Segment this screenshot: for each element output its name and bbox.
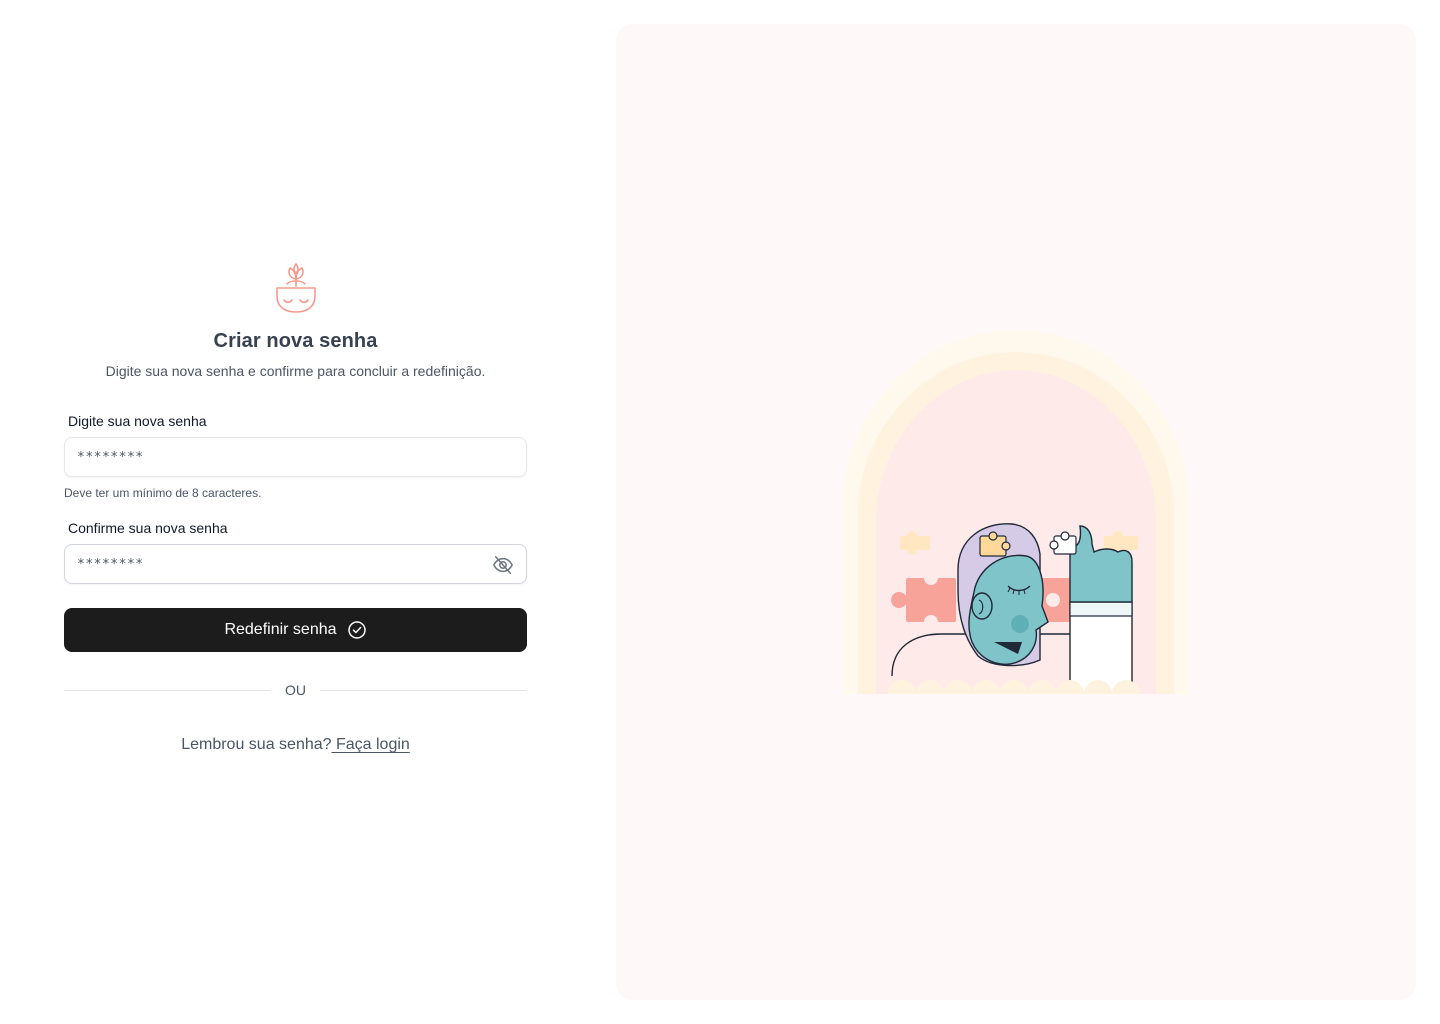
password-hint: Deve ter um mínimo de 8 caracteres. (64, 486, 262, 500)
login-prompt: Lembrou sua senha? Faça login (64, 736, 527, 754)
new-password-field[interactable] (64, 437, 527, 477)
reset-password-form: Criar nova senha Digite sua nova senha e… (64, 262, 527, 754)
divider-line-left (64, 689, 271, 691)
page-title: Criar nova senha (213, 330, 378, 352)
login-prompt-text: Lembrou sua senha? (181, 736, 332, 753)
auth-panel: Criar nova senha Digite sua nova senha e… (0, 0, 592, 1024)
reset-password-button-label: Redefinir senha (224, 621, 337, 638)
eye-off-icon[interactable] (492, 554, 514, 576)
plant-pot-logo-icon (275, 263, 316, 313)
reset-password-button[interactable]: Redefinir senha (64, 608, 527, 652)
confirm-password-input[interactable] (65, 545, 526, 583)
new-password-input[interactable] (65, 438, 526, 476)
divider-line-right (320, 689, 527, 691)
login-link[interactable]: Faça login (332, 736, 410, 753)
divider-label: OU (285, 682, 306, 698)
or-divider: OU (64, 682, 527, 698)
check-circle-icon (347, 621, 366, 639)
illustration-panel (616, 24, 1416, 1000)
confirm-password-field[interactable] (64, 544, 527, 584)
page-subtitle: Digite sua nova senha e confirme para co… (105, 363, 486, 379)
puzzle-person-illustration (842, 330, 1190, 694)
new-password-label: Digite sua nova senha (68, 413, 207, 429)
confirm-password-label: Confirme sua nova senha (68, 520, 228, 536)
